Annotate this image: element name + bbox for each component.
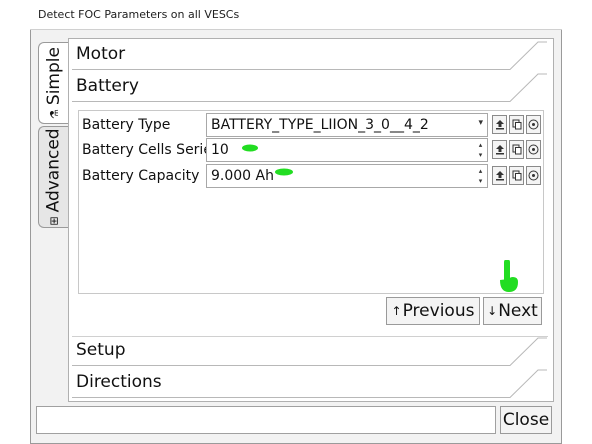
battery-type-combo[interactable]: BATTERY_TYPE_LIION_3_0__4_2 ▾ — [206, 113, 488, 137]
annotation-highlight-cells — [242, 144, 258, 152]
annotation-highlight-capacity — [275, 168, 293, 176]
help-icon — [528, 119, 539, 130]
tab-advanced[interactable]: ⊞ Advanced — [38, 126, 68, 228]
spin-arrows-icon[interactable]: ▴ ▾ — [476, 140, 485, 160]
section-battery-frame — [72, 73, 547, 102]
param-label: Battery Cells Series — [82, 142, 220, 158]
spin-down-icon[interactable]: ▾ — [476, 150, 485, 160]
section-directions[interactable]: Directions — [72, 368, 548, 398]
help-button[interactable] — [526, 115, 541, 134]
status-field — [36, 406, 496, 434]
copy-icon — [512, 144, 521, 155]
param-label: Battery Type — [82, 117, 171, 133]
battery-type-value: BATTERY_TYPE_LIION_3_0__4_2 — [211, 117, 429, 133]
upload-icon — [495, 145, 504, 155]
section-motor-frame — [72, 41, 547, 70]
arrow-up-icon: ↑ — [391, 304, 402, 318]
battery-capacity-spinbox[interactable]: 9.000 Ah ▴ ▾ — [206, 164, 488, 188]
upload-icon — [495, 171, 504, 181]
battery-capacity-value: 9.000 Ah — [211, 168, 274, 184]
section-motor[interactable]: Motor — [72, 40, 548, 70]
upload-button[interactable] — [492, 140, 507, 159]
upload-icon — [495, 120, 504, 130]
window-title: Detect FOC Parameters on all VESCs — [38, 8, 240, 21]
help-icon — [528, 170, 539, 181]
section-setup[interactable]: Setup — [72, 336, 548, 366]
section-setup-label: Setup — [76, 340, 126, 360]
param-row-battery-capacity: Battery Capacity 9.000 Ah ▴ ▾ — [80, 164, 542, 188]
next-button[interactable]: ↓ Next — [483, 297, 542, 325]
tab-advanced-label: Advanced — [43, 128, 64, 213]
spin-down-icon[interactable]: ▾ — [476, 176, 485, 186]
help-icon — [528, 144, 539, 155]
section-battery-label: Battery — [76, 76, 139, 96]
section-setup-frame — [72, 336, 548, 366]
grid-icon: ⊞ — [47, 216, 61, 226]
previous-button[interactable]: ↑ Previous — [386, 297, 480, 325]
copy-button[interactable] — [509, 115, 524, 134]
close-button[interactable]: Close — [500, 406, 552, 434]
previous-button-label: Previous — [402, 301, 475, 321]
arrow-down-icon: ↓ — [487, 304, 498, 318]
copy-button[interactable] — [509, 140, 524, 159]
param-row-battery-type: Battery Type BATTERY_TYPE_LIION_3_0__4_2… — [80, 113, 542, 137]
help-button[interactable] — [526, 140, 541, 159]
copy-icon — [512, 119, 521, 130]
chevron-down-icon[interactable]: ▾ — [478, 118, 483, 128]
upload-button[interactable] — [492, 115, 507, 134]
help-button[interactable] — [526, 166, 541, 185]
tab-simple-label: Simple — [43, 47, 64, 106]
copy-icon — [512, 170, 521, 181]
section-directions-label: Directions — [76, 372, 162, 392]
annotation-hand-pointer — [500, 260, 518, 292]
section-motor-label: Motor — [76, 44, 126, 64]
next-button-label: Next — [498, 301, 538, 321]
copy-button[interactable] — [509, 166, 524, 185]
magic-wand-icon: ⚗ — [47, 109, 60, 119]
section-battery[interactable]: Battery — [72, 72, 548, 102]
battery-cells-value: 10 — [211, 142, 229, 158]
tab-simple[interactable]: ⚗ Simple — [38, 42, 68, 124]
spin-up-icon[interactable]: ▴ — [476, 140, 485, 150]
spin-arrows-icon[interactable]: ▴ ▾ — [476, 166, 485, 186]
spin-up-icon[interactable]: ▴ — [476, 166, 485, 176]
upload-button[interactable] — [492, 166, 507, 185]
param-label: Battery Capacity — [82, 168, 200, 184]
param-row-battery-cells: Battery Cells Series 10 ▴ ▾ — [80, 138, 542, 162]
